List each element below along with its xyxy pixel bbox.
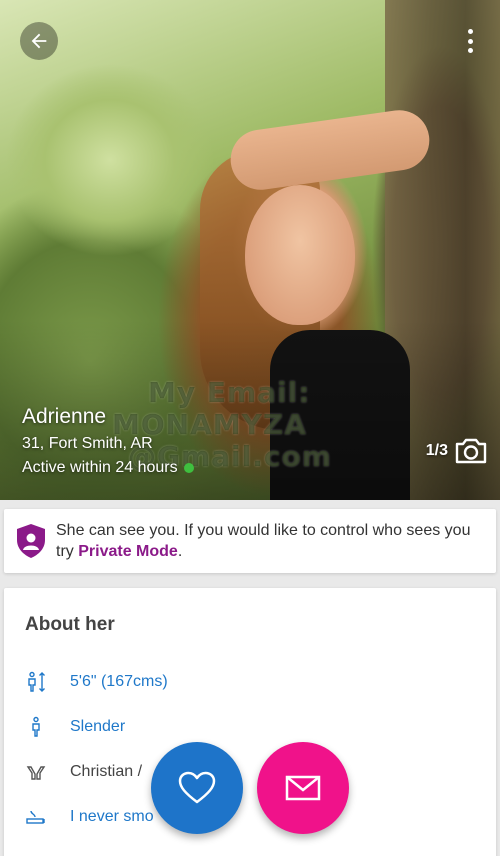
more-dot-icon — [467, 48, 473, 53]
attribute-value: I never smo — [70, 808, 154, 825]
like-button[interactable] — [151, 742, 243, 834]
about-title: About her — [25, 614, 115, 635]
attribute-body-type: Slender — [24, 715, 125, 739]
camera-icon — [455, 438, 487, 464]
height-icon — [24, 670, 48, 694]
religion-icon — [24, 760, 48, 784]
photo-face — [245, 185, 355, 325]
more-dot-icon — [467, 38, 473, 44]
privacy-notice: She can see you. If you would like to co… — [4, 509, 496, 573]
envelope-icon — [285, 775, 321, 801]
smoking-icon — [24, 805, 48, 829]
attribute-height: 5'6" (167cms) — [24, 670, 168, 694]
private-mode-link[interactable]: Private Mode — [78, 543, 178, 560]
attribute-value: Slender — [70, 718, 126, 735]
photo-gallery-button[interactable]: 1/3 — [426, 437, 488, 465]
attribute-religion: Christian / — [24, 760, 142, 784]
online-status-icon — [183, 463, 194, 473]
attribute-value: 5'6" (167cms) — [70, 673, 168, 690]
arrow-left-icon — [31, 33, 47, 49]
more-options-button[interactable] — [458, 26, 482, 56]
back-button[interactable] — [20, 22, 58, 60]
activity-label: Active within 24 hours — [22, 459, 178, 476]
about-section: About her 5'6" (167cms) Slender Christia… — [4, 588, 496, 856]
attribute-smoking: I never smo — [24, 805, 154, 829]
heart-icon — [178, 771, 216, 804]
privacy-suffix: . — [177, 543, 183, 560]
more-dot-icon — [467, 29, 473, 34]
privacy-message: She can see you. If you would like to co… — [56, 520, 486, 562]
profile-summary: Adrienne 31, Fort Smith, AR Active withi… — [22, 405, 194, 477]
photo-counter-label: 1/3 — [425, 442, 448, 459]
message-button[interactable] — [257, 742, 349, 834]
profile-activity: Active within 24 hours — [22, 459, 194, 477]
profile-age-location: 31, Fort Smith, AR — [22, 435, 153, 452]
attribute-value: Christian / — [70, 763, 143, 780]
shield-icon — [17, 524, 45, 558]
profile-name: Adrienne — [22, 405, 107, 428]
body-type-icon — [24, 715, 48, 739]
